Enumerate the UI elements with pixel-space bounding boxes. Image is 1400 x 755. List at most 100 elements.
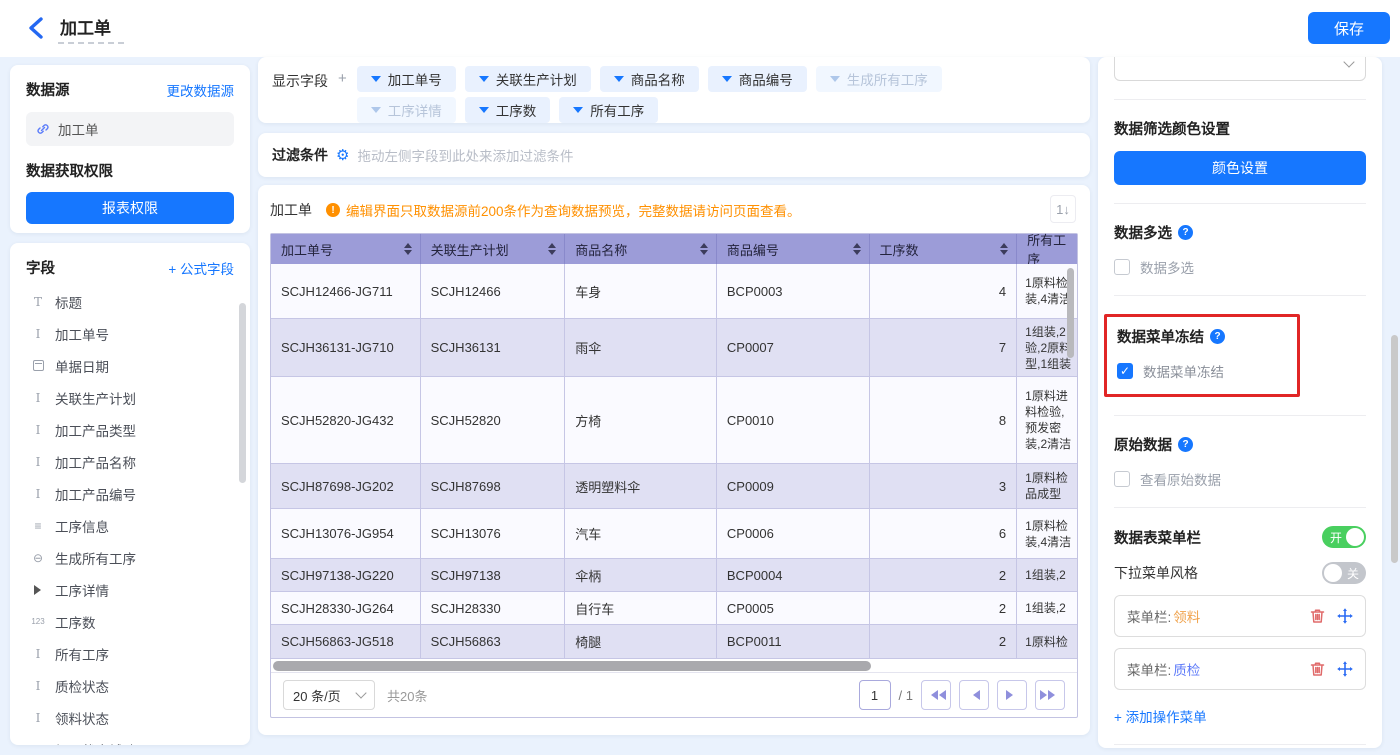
sort-icon[interactable]	[404, 239, 412, 259]
column-header[interactable]: 关联生产计划	[421, 234, 566, 264]
column-header[interactable]: 所有工序	[1017, 234, 1077, 264]
help-icon[interactable]: ?	[1178, 437, 1193, 452]
field-chip[interactable]: 加工单号	[357, 66, 456, 92]
fields-scrollbar[interactable]	[239, 303, 246, 483]
dropdown-style-toggle-off[interactable]: 关	[1322, 562, 1366, 584]
report-permission-button[interactable]: 报表权限	[26, 192, 234, 224]
cell-count: 6	[870, 509, 1018, 559]
horizontal-scrollbar[interactable]	[271, 659, 1077, 673]
window-scrollbar[interactable]	[1391, 335, 1398, 563]
table-row[interactable]: SCJH52820-JG432 SCJH52820 方椅 CP0010 8 1原…	[271, 377, 1077, 464]
formula-field-link[interactable]: + 公式字段	[168, 258, 234, 278]
freeze-checkbox-row[interactable]: ✓ 数据菜单冻结	[1117, 361, 1287, 381]
field-chip[interactable]: 商品编号	[708, 66, 807, 92]
menubar-item-prefix: 菜单栏:	[1127, 606, 1171, 626]
dropdown-style-title: 下拉菜单风格	[1114, 563, 1198, 583]
move-icon[interactable]	[1337, 608, 1353, 624]
column-header[interactable]: 工序数	[870, 234, 1018, 264]
table-row[interactable]: SCJH56863-JG518 SCJH56863 椅腿 BCP0011 2 1…	[271, 625, 1077, 659]
field-item-proc-status-aux[interactable]: I加工状态辅助	[26, 734, 234, 745]
field-item-proc-count[interactable]: 123工序数	[26, 606, 234, 637]
table-row[interactable]: SCJH13076-JG954 SCJH13076 汽车 CP0006 6 1原…	[271, 509, 1077, 559]
menubar-item-name: 质检	[1173, 659, 1200, 679]
chevron-down-icon	[614, 76, 624, 87]
field-item-date[interactable]: 单据日期	[26, 350, 234, 381]
gear-icon[interactable]: ⚙	[336, 146, 349, 164]
sort-order-icon[interactable]: 1↓	[1050, 195, 1076, 223]
color-settings-button[interactable]: 颜色设置	[1114, 151, 1366, 185]
cell-count: 7	[870, 319, 1018, 377]
field-item-proc-detail[interactable]: 工序详情	[26, 574, 234, 605]
sort-icon[interactable]	[548, 239, 556, 259]
raw-data-checkbox-row[interactable]: 查看原始数据	[1114, 469, 1366, 489]
field-item-product-name[interactable]: I加工产品名称	[26, 446, 234, 477]
sort-icon[interactable]	[700, 239, 708, 259]
column-header[interactable]: 商品名称	[565, 234, 717, 264]
table-row[interactable]: SCJH97138-JG220 SCJH97138 伞柄 BCP0004 2 1…	[271, 559, 1077, 592]
text-icon: I	[30, 423, 46, 437]
table-vertical-scrollbar[interactable]	[1067, 268, 1074, 358]
menubar-item[interactable]: 菜单栏: 领料	[1114, 595, 1366, 637]
page-title: 加工单	[60, 14, 111, 39]
table-title: 加工单	[270, 200, 312, 220]
multi-select-checkbox-row[interactable]: 数据多选	[1114, 257, 1366, 277]
cell-plan: SCJH13076	[421, 509, 566, 559]
table-row[interactable]: SCJH36131-JG710 SCJH36131 雨伞 CP0007 7 1组…	[271, 319, 1077, 377]
sort-icon[interactable]	[853, 239, 861, 259]
move-icon[interactable]	[1337, 661, 1353, 677]
checkbox-unchecked[interactable]	[1114, 471, 1130, 487]
field-chip[interactable]: 工序数	[465, 97, 551, 123]
field-item-qc-status[interactable]: I质检状态	[26, 670, 234, 701]
field-item-title[interactable]: T标题	[26, 286, 234, 317]
field-chip[interactable]: 商品名称	[600, 66, 699, 92]
add-field-icon[interactable]: +	[338, 70, 347, 114]
datasource-item[interactable]: 加工单	[26, 112, 234, 146]
checkbox-checked[interactable]: ✓	[1117, 363, 1133, 379]
highlight-red-box: 数据菜单冻结? ✓ 数据菜单冻结	[1104, 314, 1300, 397]
table-row[interactable]: SCJH28330-JG264 SCJH28330 自行车 CP0005 2 1…	[271, 592, 1077, 625]
add-action-menu-link[interactable]: + 添加操作菜单	[1114, 706, 1366, 726]
scrollbar-thumb[interactable]	[273, 661, 871, 671]
trash-icon[interactable]	[1310, 608, 1325, 624]
column-header[interactable]: 商品编号	[717, 234, 870, 264]
prev-page-button[interactable]	[959, 680, 989, 710]
cell-count: 3	[870, 464, 1018, 509]
table-menubar-toggle-on[interactable]: 开	[1322, 526, 1366, 548]
page-number-input[interactable]: 1	[859, 680, 891, 710]
field-item-order-no[interactable]: I加工单号	[26, 318, 234, 349]
field-item-all-proc[interactable]: I所有工序	[26, 638, 234, 669]
back-icon[interactable]	[26, 16, 48, 40]
help-icon[interactable]: ?	[1210, 329, 1225, 344]
change-datasource-link[interactable]: 更改数据源	[167, 80, 235, 100]
multi-select-label: 数据多选	[1140, 257, 1194, 277]
field-chip[interactable]: 关联生产计划	[465, 66, 591, 92]
checkbox-unchecked[interactable]	[1114, 259, 1130, 275]
field-item-proc-info[interactable]: ≡工序信息	[26, 510, 234, 541]
menubar-item[interactable]: 菜单栏: 质检	[1114, 648, 1366, 690]
first-page-button[interactable]	[921, 680, 951, 710]
date-icon	[30, 360, 46, 371]
last-page-button[interactable]	[1035, 680, 1065, 710]
help-icon[interactable]: ?	[1178, 225, 1193, 240]
sort-icon[interactable]	[1000, 239, 1008, 259]
field-item-product-code[interactable]: I加工产品编号	[26, 478, 234, 509]
table-row[interactable]: SCJH87698-JG202 SCJH87698 透明塑料伞 CP0009 3…	[271, 464, 1077, 509]
divider	[1114, 203, 1366, 204]
datasource-item-label: 加工单	[58, 119, 99, 139]
table-row[interactable]: SCJH12466-JG711 SCJH12466 车身 BCP0003 4 1…	[271, 264, 1077, 319]
field-item-product-type[interactable]: I加工产品类型	[26, 414, 234, 445]
save-button[interactable]: 保存	[1308, 12, 1390, 44]
field-chip-disabled[interactable]: 生成所有工序	[816, 66, 942, 92]
next-page-button[interactable]	[997, 680, 1027, 710]
field-item-plan[interactable]: I关联生产计划	[26, 382, 234, 413]
title-underline	[58, 42, 124, 44]
column-header[interactable]: 加工单号	[271, 234, 421, 264]
field-item-pick-status[interactable]: I领料状态	[26, 702, 234, 733]
page-size-select[interactable]: 20 条/页	[283, 680, 375, 710]
field-chip-disabled[interactable]: 工序详情	[357, 97, 456, 123]
display-fields-panel: 显示字段 + 加工单号 关联生产计划 商品名称 商品编号 生成所有工序 工序详情…	[258, 57, 1090, 123]
settings-select[interactable]	[1114, 57, 1366, 81]
field-item-gen-all-proc[interactable]: ⊖生成所有工序	[26, 542, 234, 573]
field-chip[interactable]: 所有工序	[559, 97, 658, 123]
trash-icon[interactable]	[1310, 661, 1325, 677]
